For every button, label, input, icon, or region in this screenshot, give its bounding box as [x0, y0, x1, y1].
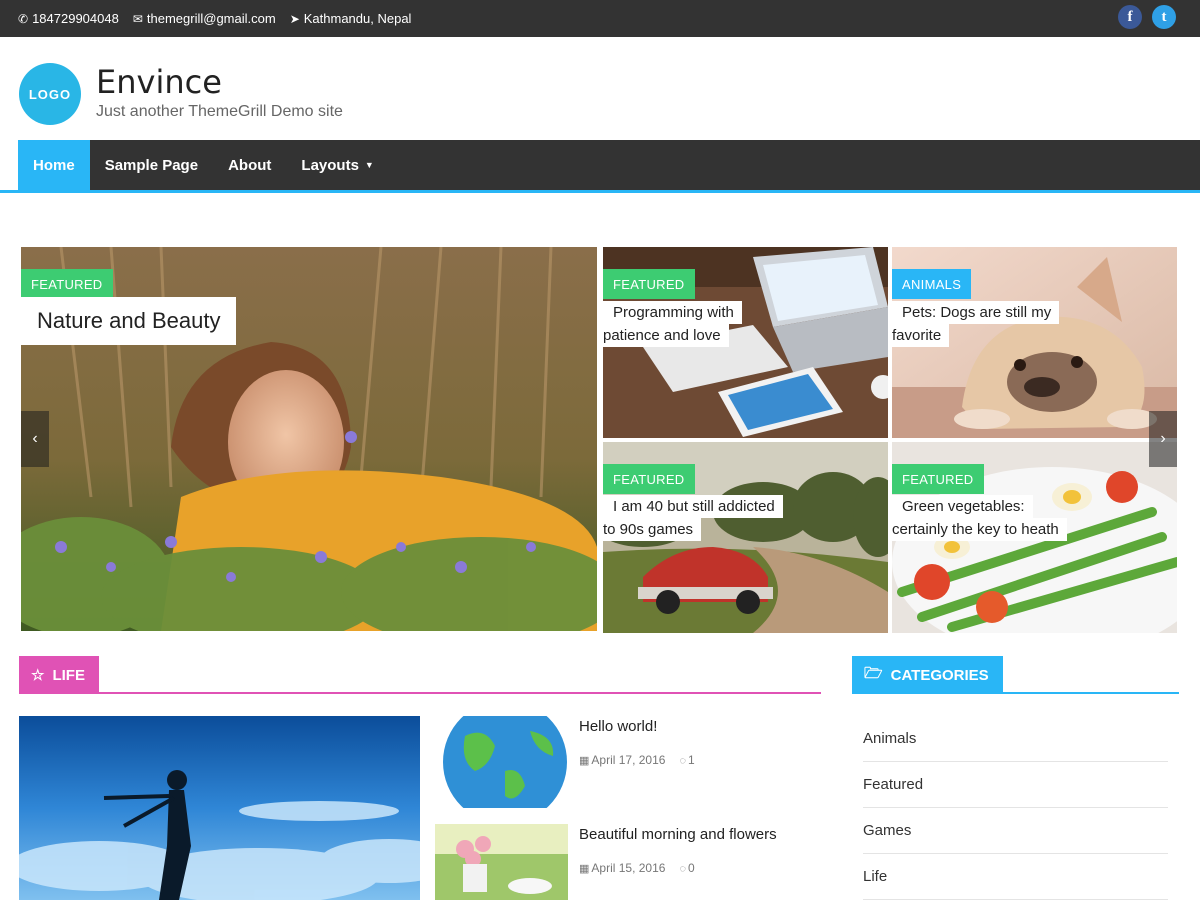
category-label[interactable]: Animals: [863, 730, 916, 747]
post-title[interactable]: Hello world!: [579, 718, 657, 735]
folder-open-icon: 🗁: [864, 664, 883, 682]
site-tagline: Just another ThemeGrill Demo site: [96, 103, 343, 120]
categories-widget-header: 🗁 CATEGORIES: [852, 656, 1179, 694]
section-underline: [19, 692, 821, 694]
widget-title: CATEGORIES: [890, 666, 989, 684]
chevron-right-icon[interactable]: ›: [1149, 411, 1177, 467]
location-text: Kathmandu, Nepal: [303, 11, 412, 26]
tile-title-line1[interactable]: Pets: Dogs are still my: [892, 301, 1060, 324]
phone-number: 184729904048: [32, 11, 119, 26]
main-navigation: Home Sample Page About Layouts ▼: [18, 140, 1200, 190]
nav-item-sample-page[interactable]: Sample Page: [90, 140, 213, 190]
post-comments[interactable]: ◌ 0: [679, 861, 694, 875]
featured-tile-pets[interactable]: ANIMALS Pets: Dogs are still my favorite: [892, 247, 1177, 438]
nav-item-label: Home: [33, 156, 75, 174]
life-featured-image[interactable]: [19, 716, 420, 900]
section-title: LIFE: [52, 666, 85, 684]
tile-title-line1[interactable]: Green vegetables:: [892, 495, 1033, 518]
phone-info: ✆ 184729904048: [18, 11, 119, 26]
widget-underline: [852, 692, 1179, 694]
post-meta: ▦ April 17, 2016 ◌ 1: [579, 753, 695, 767]
featured-tile-programming[interactable]: FEATURED Programming with patience and l…: [603, 247, 888, 438]
nav-item-label: Sample Page: [104, 156, 199, 174]
date-text: April 15, 2016: [591, 861, 666, 875]
featured-slide-main[interactable]: FEATURED Nature and Beauty: [21, 247, 597, 631]
tile-title-line1[interactable]: Programming with: [603, 301, 742, 324]
post-title[interactable]: Beautiful morning and flowers: [579, 826, 777, 843]
tile-title-line1[interactable]: I am 40 but still addicted: [603, 495, 783, 518]
nav-item-home[interactable]: Home: [18, 140, 90, 190]
calendar-icon: ▦: [579, 755, 590, 767]
calendar-icon: ▦: [579, 863, 590, 875]
date-text: April 17, 2016: [591, 753, 666, 767]
image-woman-sky: [19, 716, 420, 900]
category-label[interactable]: Life: [863, 868, 887, 885]
comment-count: 1: [688, 753, 695, 767]
category-item-games[interactable]: Games: [863, 808, 1168, 854]
location-arrow-icon: ➤: [289, 11, 300, 26]
category-badge[interactable]: FEATURED: [892, 464, 984, 494]
site-logo[interactable]: LOGO: [19, 63, 81, 125]
location-info: ➤ Kathmandu, Nepal: [290, 11, 412, 26]
nav-accent-line: [0, 190, 1200, 193]
site-header: LOGO Envince Just another ThemeGrill Dem…: [0, 37, 1200, 140]
caret-down-icon: ▼: [364, 160, 374, 170]
category-label[interactable]: Featured: [863, 776, 923, 793]
chevron-left-icon[interactable]: ‹: [21, 411, 49, 467]
category-badge[interactable]: FEATURED: [603, 464, 695, 494]
category-badge[interactable]: ANIMALS: [892, 269, 972, 299]
tile-title-line2[interactable]: certainly the key to heath: [892, 518, 1067, 541]
post-date[interactable]: ▦ April 17, 2016: [579, 753, 665, 767]
featured-tile-vegetables[interactable]: FEATURED Green vegetables: certainly the…: [892, 442, 1177, 633]
nav-item-label: Layouts: [301, 156, 359, 174]
life-section-label[interactable]: ☆ LIFE: [19, 656, 99, 694]
facebook-icon[interactable]: f: [1118, 5, 1142, 29]
tile-title-line2[interactable]: favorite: [892, 324, 950, 347]
category-item-animals[interactable]: Animals: [863, 716, 1168, 762]
post-thumbnail[interactable]: [435, 824, 568, 900]
flowers-image: [435, 824, 568, 900]
categories-widget-label: 🗁 CATEGORIES: [852, 656, 1003, 694]
contact-info: ✆ 184729904048 ✉ themegrill@gmail.com ➤ …: [18, 0, 411, 37]
site-title[interactable]: Envince: [96, 63, 222, 101]
comment-icon: ◌: [679, 755, 687, 767]
post-date[interactable]: ▦ April 15, 2016: [579, 861, 665, 875]
nav-item-about[interactable]: About: [213, 140, 286, 190]
nav-item-layouts[interactable]: Layouts ▼: [286, 140, 388, 190]
social-links: f t: [1118, 5, 1176, 29]
envelope-icon: ✉: [132, 11, 143, 26]
top-bar: ✆ 184729904048 ✉ themegrill@gmail.com ➤ …: [0, 0, 1200, 37]
comment-count: 0: [688, 861, 695, 875]
globe-image: [443, 716, 567, 808]
slide-title[interactable]: Nature and Beauty: [21, 297, 237, 345]
category-badge[interactable]: FEATURED: [603, 269, 695, 299]
twitter-icon[interactable]: t: [1152, 5, 1176, 29]
star-icon: ☆: [31, 667, 45, 684]
category-item-life[interactable]: Life: [863, 854, 1168, 900]
phone-icon: ✆: [18, 11, 29, 26]
category-item-featured[interactable]: Featured: [863, 762, 1168, 808]
post-meta: ▦ April 15, 2016 ◌ 0: [579, 861, 695, 875]
tile-title-line2[interactable]: patience and love: [603, 324, 729, 347]
category-badge[interactable]: FEATURED: [21, 269, 113, 299]
life-section-header: ☆ LIFE: [19, 656, 821, 694]
email-address[interactable]: themegrill@gmail.com: [147, 11, 276, 26]
featured-tile-games[interactable]: FEATURED I am 40 but still addicted to 9…: [603, 442, 888, 633]
nav-item-label: About: [228, 156, 272, 174]
comment-icon: ◌: [679, 863, 687, 875]
email-info[interactable]: ✉ themegrill@gmail.com: [133, 11, 276, 26]
post-thumbnail[interactable]: [435, 716, 568, 808]
category-label[interactable]: Games: [863, 822, 911, 839]
post-comments[interactable]: ◌ 1: [679, 753, 694, 767]
tile-title-line2[interactable]: to 90s games: [603, 518, 702, 541]
